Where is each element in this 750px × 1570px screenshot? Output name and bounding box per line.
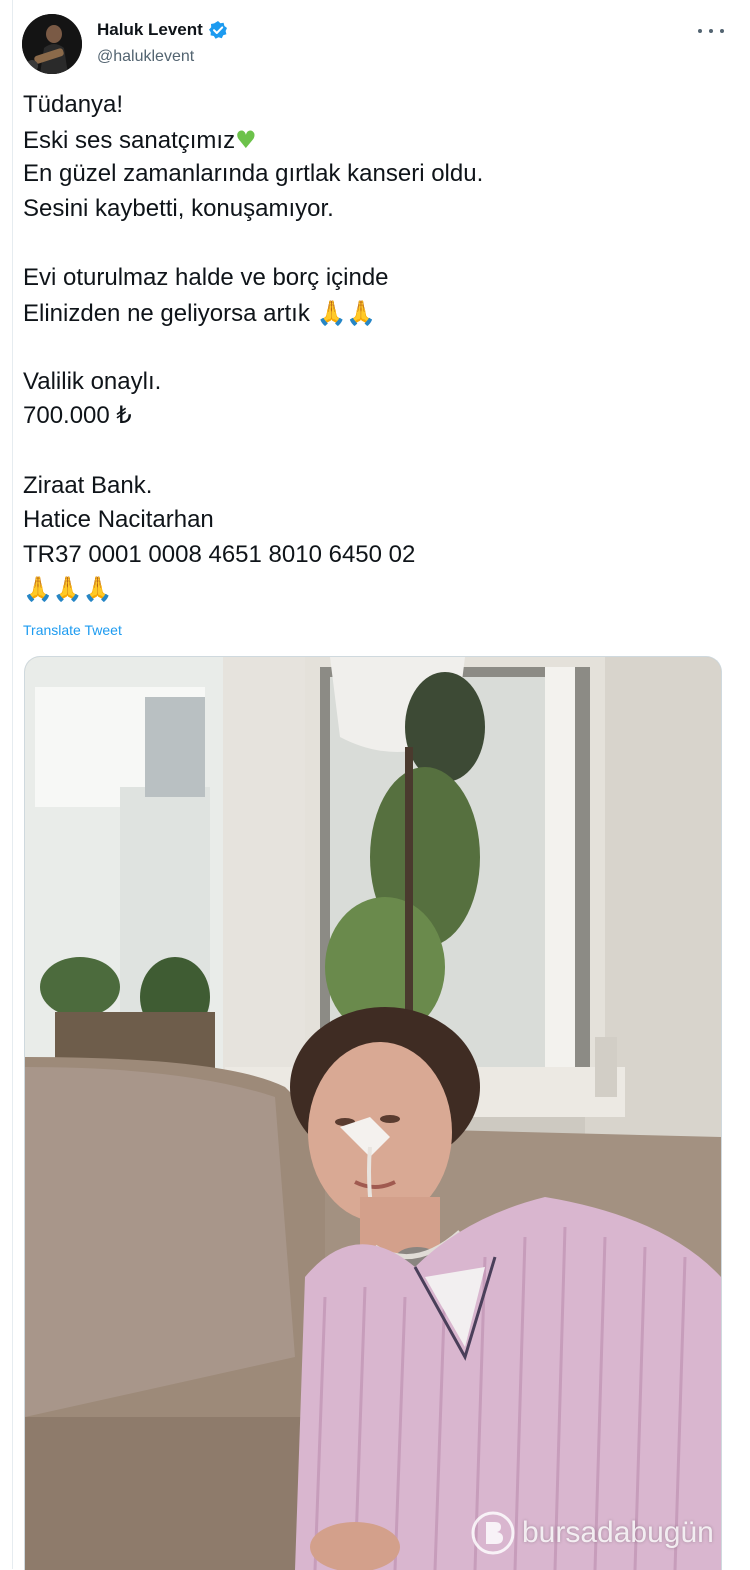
tweet-line: Valilik onaylı.: [23, 367, 162, 395]
author-handle[interactable]: @haluklevent: [97, 48, 194, 66]
more-options-icon[interactable]: [698, 24, 724, 38]
translate-tweet-link[interactable]: Translate Tweet: [23, 622, 122, 638]
tweet-line: Hatice Nacitarhan: [23, 506, 214, 534]
verified-badge-icon: [208, 20, 228, 40]
tweet-line: En güzel zamanlarında gırtlak kanseri ol…: [23, 160, 484, 188]
tweet-line: Eski ses sanatçımız♥: [23, 123, 713, 158]
watermark: bursadabugün: [470, 1510, 714, 1556]
tweet-line: Ziraat Bank.: [23, 471, 153, 499]
green-heart-emoji: ♥: [235, 125, 257, 154]
tweet-line: Sesini kaybetti, konuşamıyor.: [23, 194, 334, 222]
folded-hands-emoji: 🙏🙏🙏: [23, 575, 113, 604]
tweet-line-text: Elinizden ne geliyorsa artık: [23, 299, 310, 327]
author-name[interactable]: Haluk Levent: [97, 20, 203, 40]
tweet-line: Elinizden ne geliyorsa artık 🙏🙏: [23, 296, 713, 331]
tweet-line-text: Eski ses sanatçımız: [23, 126, 236, 154]
iban-text: TR37 0001 0008 4651 8010 6450 02: [23, 540, 416, 568]
tweet-line: 700.000 ₺: [23, 402, 132, 430]
tweet-line: 🙏🙏🙏: [23, 572, 713, 607]
line-spacer: [23, 434, 713, 469]
tweet-line: Tüdanya!: [23, 91, 124, 118]
more-dot: [720, 29, 724, 33]
author-avatar[interactable]: [22, 14, 82, 74]
watermark-logo-icon: [471, 1511, 515, 1555]
tweet-text: Tüdanya! Eski ses sanatçımız♥ En güzel z…: [23, 88, 713, 607]
tweet-photo[interactable]: [24, 656, 722, 1570]
more-dot: [709, 29, 713, 33]
line-spacer: [23, 226, 713, 261]
watermark-text: bursadabugün: [522, 1516, 714, 1549]
author-name-row[interactable]: Haluk Levent: [97, 20, 228, 40]
more-dot: [698, 29, 702, 33]
folded-hands-emoji: 🙏🙏: [316, 298, 377, 327]
line-spacer: [23, 330, 713, 365]
tweet-line: Evi oturulmaz halde ve borç içinde: [23, 263, 389, 291]
